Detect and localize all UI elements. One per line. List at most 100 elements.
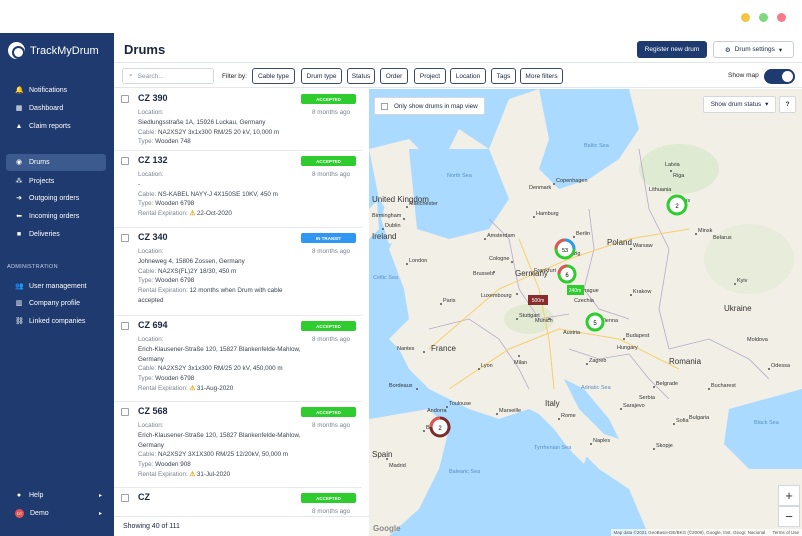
marker-tag-label: 240m: [569, 288, 582, 294]
row-checkbox[interactable]: [121, 234, 129, 242]
row-checkbox[interactable]: [121, 322, 129, 330]
sidebar-item-incoming-orders[interactable]: ⬅ Incoming orders: [6, 208, 106, 225]
zoom-out-button[interactable]: −: [778, 506, 800, 527]
drum-list: CZ 390 ACCEPTED 8 months ago Location: S…: [114, 89, 369, 516]
show-map-toggle[interactable]: [764, 69, 795, 84]
row-checkbox[interactable]: [121, 95, 129, 103]
map-label-country: Poland: [607, 238, 632, 247]
sidebar-item-projects[interactable]: ⁂ Projects: [6, 173, 106, 190]
filter-project-button[interactable]: Project: [414, 68, 446, 84]
map-label-city: Manchester: [409, 201, 438, 207]
type-label: Type:: [138, 277, 154, 285]
location-label: Location:: [138, 422, 164, 429]
map-marker-tag[interactable]: 500m: [528, 295, 548, 305]
sidebar-item-claim-reports[interactable]: ▲ Claim reports: [6, 118, 106, 135]
filter-order-button[interactable]: Order: [380, 68, 408, 84]
map-label-city: Budapest: [626, 333, 650, 339]
help-icon: ●: [16, 491, 22, 499]
list-item[interactable]: CZ 132 ACCEPTED 8 months ago Location: -…: [114, 151, 362, 228]
map-label-country: Latvia: [665, 162, 681, 168]
row-checkbox[interactable]: [121, 157, 129, 165]
map-label-city: Copenhagen: [556, 178, 588, 184]
cable-label: Cable:: [138, 267, 157, 275]
list-item[interactable]: CZ ACCEPTED 8 months ago: [114, 488, 362, 516]
map-label-city: Belgrade: [656, 381, 678, 387]
map-label-country: Ukraine: [724, 304, 752, 313]
maximize-dot[interactable]: [759, 13, 768, 22]
map-label-country: France: [431, 344, 456, 353]
sidebar-item-label: Drums: [29, 159, 50, 166]
filter-drum-type-button[interactable]: Drum type: [301, 68, 342, 84]
sidebar-item-company-profile[interactable]: ▥ Company profile: [6, 295, 106, 312]
search-input[interactable]: ⌕ Search...: [122, 68, 214, 84]
map-marker-tag[interactable]: 240m: [567, 285, 584, 295]
sidebar-item-linked-companies[interactable]: ⛓ Linked companies: [6, 313, 106, 330]
drum-settings-label: Drum settings: [734, 46, 775, 53]
map-label-city: Amsterdam: [487, 233, 516, 239]
close-dot[interactable]: [777, 13, 786, 22]
map-label-country: Italy: [545, 399, 560, 408]
sidebar-item-dashboard[interactable]: ▦ Dashboard: [6, 100, 106, 117]
drum-settings-button[interactable]: ⚙ Drum settings ▾: [713, 41, 794, 58]
app-name: TrackMyDrum: [30, 44, 99, 57]
sidebar-item-label: Demo: [30, 510, 49, 517]
sidebar-item-user-menu[interactable]: DT Demo ▸: [6, 505, 106, 522]
map-label-sea: Baltic Sea: [584, 143, 610, 149]
filter-by-label: Filter by:: [222, 73, 247, 80]
filter-location-button[interactable]: Location: [450, 68, 486, 84]
map-label-city: Sofia: [676, 418, 689, 424]
type-value: Wooden 908: [155, 461, 191, 469]
sidebar-item-user-management[interactable]: 👥 User management: [6, 278, 106, 295]
list-item[interactable]: CZ 568 ACCEPTED 8 months ago Location: E…: [114, 402, 362, 488]
minimize-dot[interactable]: [741, 13, 750, 22]
map-label-country: Lithuania: [649, 187, 672, 193]
row-checkbox[interactable]: [121, 494, 129, 502]
map-label-city: Warsaw: [633, 243, 653, 249]
sidebar-item-outgoing-orders[interactable]: ➜ Outgoing orders: [6, 190, 106, 207]
location-value: -: [138, 180, 141, 188]
location-value: Erich-Klausener-Straße 120, 15827 Blanke…: [138, 431, 301, 449]
cable-label: Cable:: [138, 451, 157, 459]
more-filters-button[interactable]: More filters: [520, 68, 563, 84]
map-view[interactable]: United Kingdom Ireland Germany Poland Be…: [369, 89, 802, 536]
register-new-drum-button[interactable]: Register new drum: [637, 41, 707, 58]
map-cluster[interactable]: 5: [585, 312, 605, 332]
sidebar-item-label: Dashboard: [29, 105, 64, 112]
map-cluster[interactable]: 2: [666, 194, 688, 216]
filter-tags-button[interactable]: Tags: [491, 68, 516, 84]
map-cluster[interactable]: 53: [554, 238, 576, 260]
timestamp: 8 months ago: [312, 336, 351, 343]
list-item[interactable]: CZ 340 IN TRANSIT 8 months ago Location:…: [114, 228, 362, 316]
app-logo[interactable]: TrackMyDrum: [8, 42, 99, 59]
sidebar-item-drums[interactable]: ◉ Drums: [6, 154, 106, 171]
location-icon: ◉: [15, 158, 23, 166]
sidebar-item-notifications[interactable]: 🔔 Notifications: [6, 82, 106, 99]
map-canvas[interactable]: United Kingdom Ireland Germany Poland Be…: [369, 89, 802, 536]
sidebar-item-deliveries[interactable]: ■ Deliveries: [6, 226, 106, 243]
drum-code: CZ 132: [138, 155, 168, 165]
status-badge: ACCEPTED: [301, 493, 356, 503]
only-show-in-view-checkbox[interactable]: Only show drums in map view: [374, 97, 485, 115]
sidebar-item-label: Outgoing orders: [29, 195, 80, 202]
status-badge: ACCEPTED: [301, 321, 356, 331]
row-checkbox[interactable]: [121, 408, 129, 416]
timestamp: 8 months ago: [312, 109, 351, 116]
terms-link[interactable]: Terms of Use: [772, 530, 799, 535]
type-value: Wooden 6798: [155, 277, 195, 285]
zoom-in-button[interactable]: +: [778, 485, 800, 506]
map-label-city: Stuttgart: [519, 313, 540, 319]
building-icon: ▥: [15, 299, 23, 307]
rental-value: 22-Oct-2020: [196, 210, 232, 218]
list-item[interactable]: CZ 694 ACCEPTED 8 months ago Location: E…: [114, 316, 362, 402]
dashboard-icon: ▦: [15, 104, 23, 112]
filter-status-button[interactable]: Status: [347, 68, 375, 84]
gear-icon: ⚙: [724, 46, 731, 54]
drum-status-dropdown[interactable]: Show drum status ▾: [703, 96, 776, 113]
filter-cable-type-button[interactable]: Cable type: [252, 68, 295, 84]
sidebar-item-help[interactable]: ● Help ▸: [6, 487, 106, 504]
map-cluster[interactable]: 6: [557, 264, 577, 284]
map-help-button[interactable]: ?: [779, 96, 796, 113]
list-item[interactable]: CZ 390 ACCEPTED 8 months ago Location: S…: [114, 89, 362, 151]
map-cluster[interactable]: 2: [429, 416, 451, 438]
cable-label: Cable:: [138, 365, 157, 373]
